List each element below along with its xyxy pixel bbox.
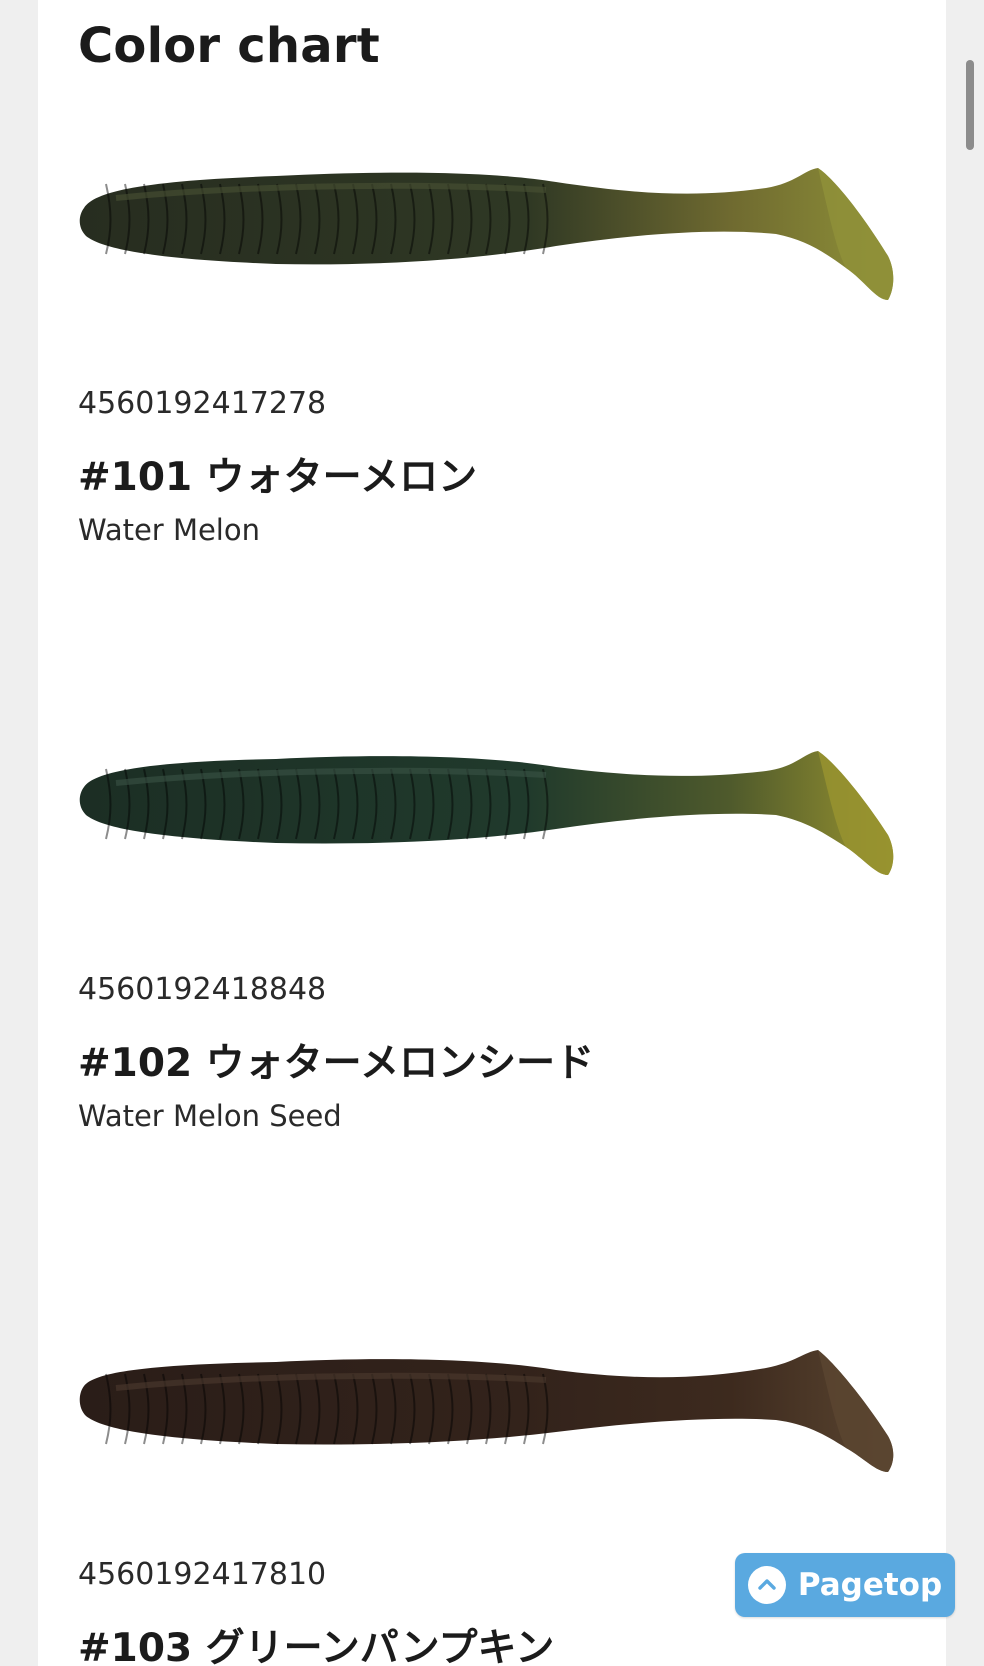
section-heading: Color chart: [78, 18, 380, 74]
color-name-english: Water Melon: [78, 513, 260, 547]
lure-image: [79, 751, 894, 875]
jan-code: 4560192417278: [78, 386, 327, 421]
scrollbar-thumb[interactable]: [966, 60, 974, 150]
lure-image: [79, 1350, 894, 1472]
color-name: #102 ウォターメロンシード: [78, 1041, 595, 1086]
jan-code: 4560192418848: [78, 972, 327, 1007]
chevron-up-circle-icon: [747, 1566, 786, 1604]
color-name: #103 グリーンパンプキン: [78, 1626, 555, 1666]
color-chart-section: Color chart 4560192417278 #101 ウォターメロン W…: [38, 0, 946, 1666]
jan-code: 4560192417810: [78, 1557, 327, 1592]
lure-image: [79, 168, 894, 300]
color-name-english: Water Melon Seed: [78, 1099, 342, 1133]
pagetop-button[interactable]: Pagetop: [735, 1553, 955, 1617]
pagetop-label: Pagetop: [797, 1567, 943, 1603]
color-name: #101 ウォターメロン: [78, 455, 478, 500]
